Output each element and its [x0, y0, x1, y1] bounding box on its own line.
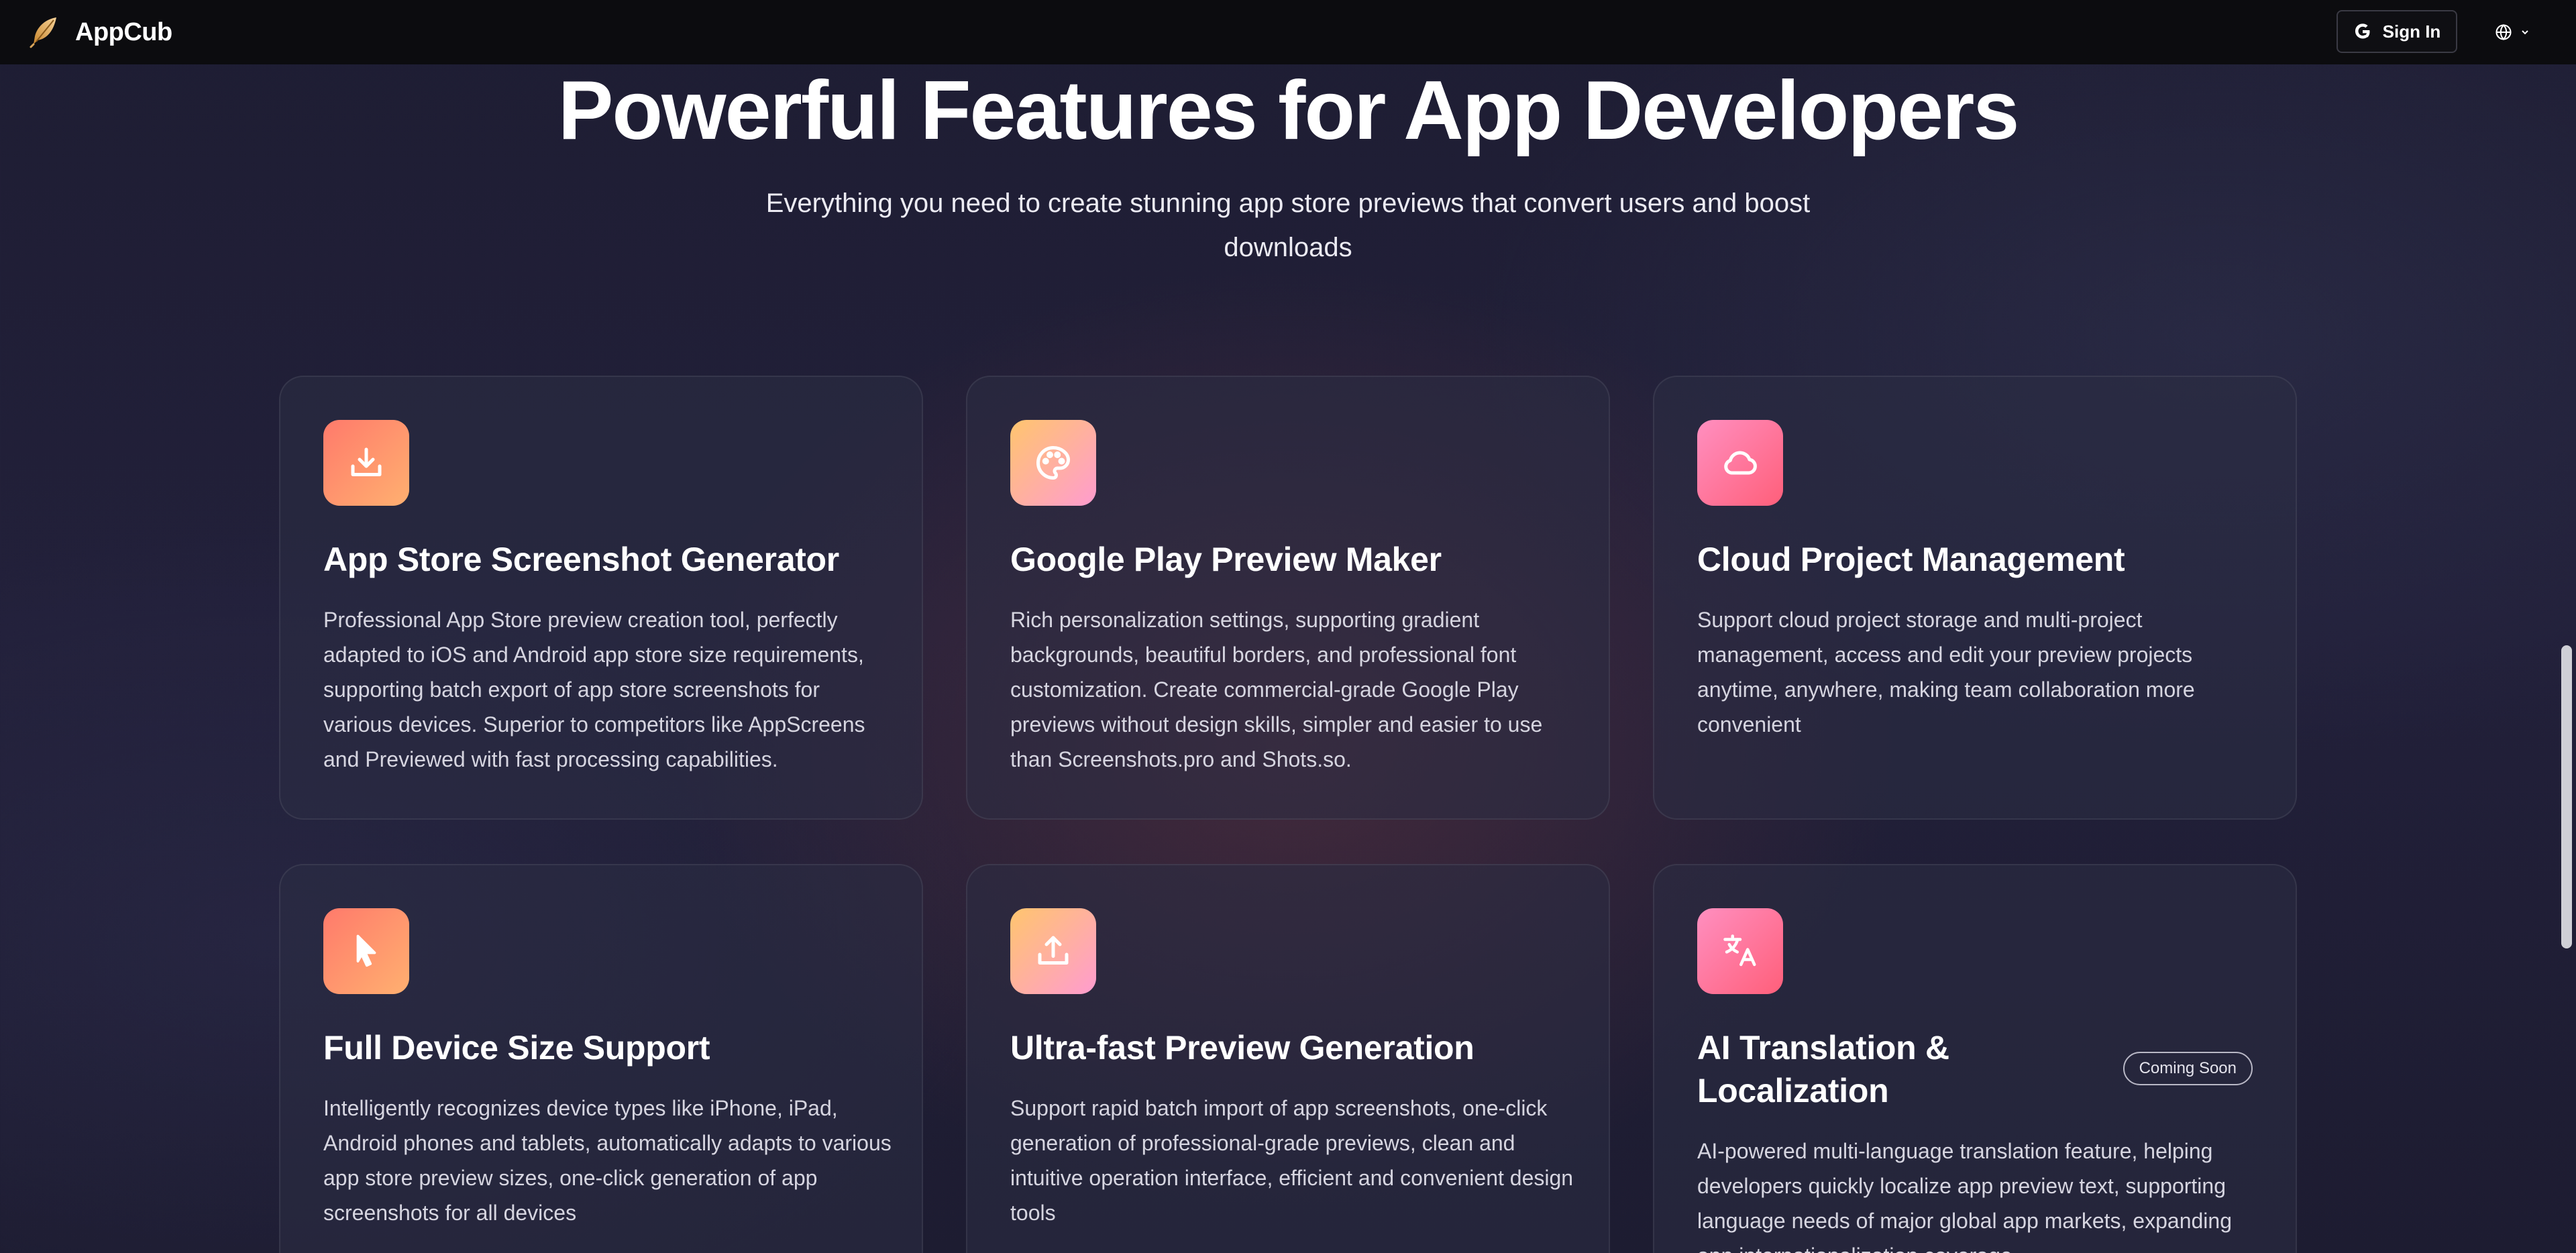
- brand-name: AppCub: [75, 17, 172, 46]
- feature-description: Support rapid batch import of app screen…: [1010, 1096, 1574, 1225]
- download-icon: [351, 447, 382, 476]
- coming-soon-badge: Coming Soon: [2123, 1052, 2253, 1085]
- feature-icon-tile: [1010, 908, 1096, 994]
- feature-card-fast-generation: Ultra-fast Preview Generation Support ra…: [966, 864, 1610, 1253]
- cloud-icon: [1724, 451, 1757, 475]
- translate-icon: [1723, 934, 1756, 967]
- feature-description: AI-powered multi-language translation fe…: [1697, 1139, 2232, 1253]
- feature-title: AI Translation & Localization: [1697, 1029, 1949, 1109]
- google-icon: [2355, 23, 2370, 39]
- feature-description: Rich personalization settings, supportin…: [1010, 608, 1543, 771]
- brand-link[interactable]: AppCub: [27, 13, 172, 51]
- feature-icon-tile: [1697, 908, 1783, 994]
- palette-icon: [1036, 446, 1070, 480]
- language-selector[interactable]: [2494, 17, 2530, 47]
- feature-title: Full Device Size Support: [323, 1029, 710, 1067]
- feature-icon-tile: [323, 908, 409, 994]
- feature-card-cloud-project: Cloud Project Management Support cloud p…: [1653, 376, 2297, 820]
- page-scrollbar-thumb[interactable]: [2561, 645, 2572, 948]
- feature-icon-tile: [1697, 420, 1783, 506]
- cursor-icon: [356, 934, 376, 967]
- feature-title: App Store Screenshot Generator: [323, 541, 839, 578]
- feature-icon-tile: [1010, 420, 1096, 506]
- feature-icon-tile: [323, 420, 409, 506]
- feature-card-device-size: Full Device Size Support Intelligently r…: [279, 864, 923, 1253]
- upload-icon: [1038, 936, 1069, 965]
- chevron-down-icon: [2522, 30, 2528, 35]
- feature-title: Ultra-fast Preview Generation: [1010, 1029, 1474, 1067]
- feature-card-google-play-maker: Google Play Preview Maker Rich personali…: [966, 376, 1610, 820]
- sign-in-label: Sign In: [2382, 21, 2441, 42]
- globe-icon: [2496, 24, 2512, 40]
- feature-description: Professional App Store preview creation …: [323, 608, 865, 771]
- section-subtitle: Everything you need to create stunning a…: [765, 188, 1811, 262]
- feature-title: Cloud Project Management: [1697, 541, 2125, 578]
- feature-card-app-store-generator: App Store Screenshot Generator Professio…: [279, 376, 923, 820]
- sign-in-button[interactable]: Sign In: [2337, 10, 2457, 53]
- section-title: Powerful Features for App Developers: [557, 64, 2020, 157]
- feather-logo-icon: [30, 17, 56, 48]
- feature-description: Intelligently recognizes device types li…: [323, 1096, 892, 1225]
- feature-title: Google Play Preview Maker: [1010, 541, 1442, 578]
- feature-card-ai-translation: AI Translation & Localization Coming Soo…: [1653, 864, 2297, 1253]
- feature-description: Support cloud project storage and multi-…: [1697, 608, 2195, 737]
- top-nav: AppCub Sign In: [0, 0, 2576, 64]
